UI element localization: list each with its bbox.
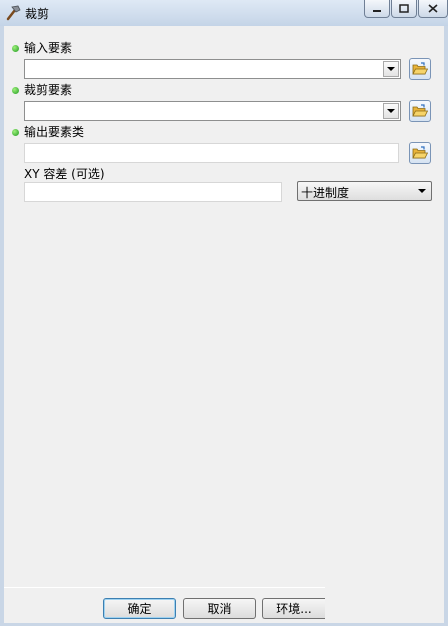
- ok-button[interactable]: 确定: [103, 598, 176, 619]
- open-folder-icon: [412, 62, 428, 75]
- required-dot-icon: [12, 45, 19, 52]
- chevron-down-icon: [418, 189, 426, 193]
- hammer-icon: [6, 5, 21, 21]
- units-select[interactable]: 十进制度: [297, 181, 432, 201]
- clip-features-dropdown-button[interactable]: [383, 103, 399, 119]
- cancel-button[interactable]: 取消: [183, 598, 256, 619]
- output-feature-class-input[interactable]: [24, 143, 399, 163]
- window-title: 裁剪: [25, 7, 50, 21]
- minimize-icon: [373, 9, 381, 12]
- clip-tool-window: 裁剪 输入要素 裁剪要素 输出要素类 XY 容差 (可选) 十进制度 确定 取消…: [0, 0, 448, 626]
- input-features-dropdown-button[interactable]: [383, 61, 399, 77]
- output-feature-class-label: 输出要素类: [24, 125, 85, 139]
- clip-features-combo[interactable]: [24, 101, 401, 121]
- footer-divider: [4, 587, 325, 588]
- input-features-combo[interactable]: [24, 59, 401, 79]
- chevron-down-icon: [387, 67, 395, 71]
- clip-features-label: 裁剪要素: [24, 83, 73, 97]
- open-folder-icon: [412, 104, 428, 117]
- minimize-button[interactable]: [364, 0, 390, 18]
- clip-features-browse-button[interactable]: [409, 100, 431, 122]
- xy-tolerance-input[interactable]: [24, 182, 282, 202]
- output-feature-class-browse-button[interactable]: [409, 142, 431, 164]
- maximize-icon: [399, 4, 409, 13]
- required-dot-icon: [12, 87, 19, 94]
- chevron-down-icon: [387, 109, 395, 113]
- open-folder-icon: [412, 146, 428, 159]
- maximize-button[interactable]: [391, 0, 417, 18]
- dialog-body: 输入要素 裁剪要素 输出要素类 XY 容差 (可选) 十进制度 确定 取消 环境…: [4, 26, 444, 623]
- required-dot-icon: [12, 129, 19, 136]
- close-icon: [428, 4, 438, 13]
- close-button[interactable]: [418, 0, 448, 18]
- title-bar[interactable]: 裁剪: [0, 0, 448, 26]
- xy-tolerance-label: XY 容差 (可选): [24, 167, 105, 181]
- environments-button[interactable]: 环境...: [262, 598, 325, 619]
- units-selected: 十进制度: [301, 186, 350, 200]
- input-features-browse-button[interactable]: [409, 58, 431, 80]
- input-features-label: 输入要素: [24, 41, 73, 55]
